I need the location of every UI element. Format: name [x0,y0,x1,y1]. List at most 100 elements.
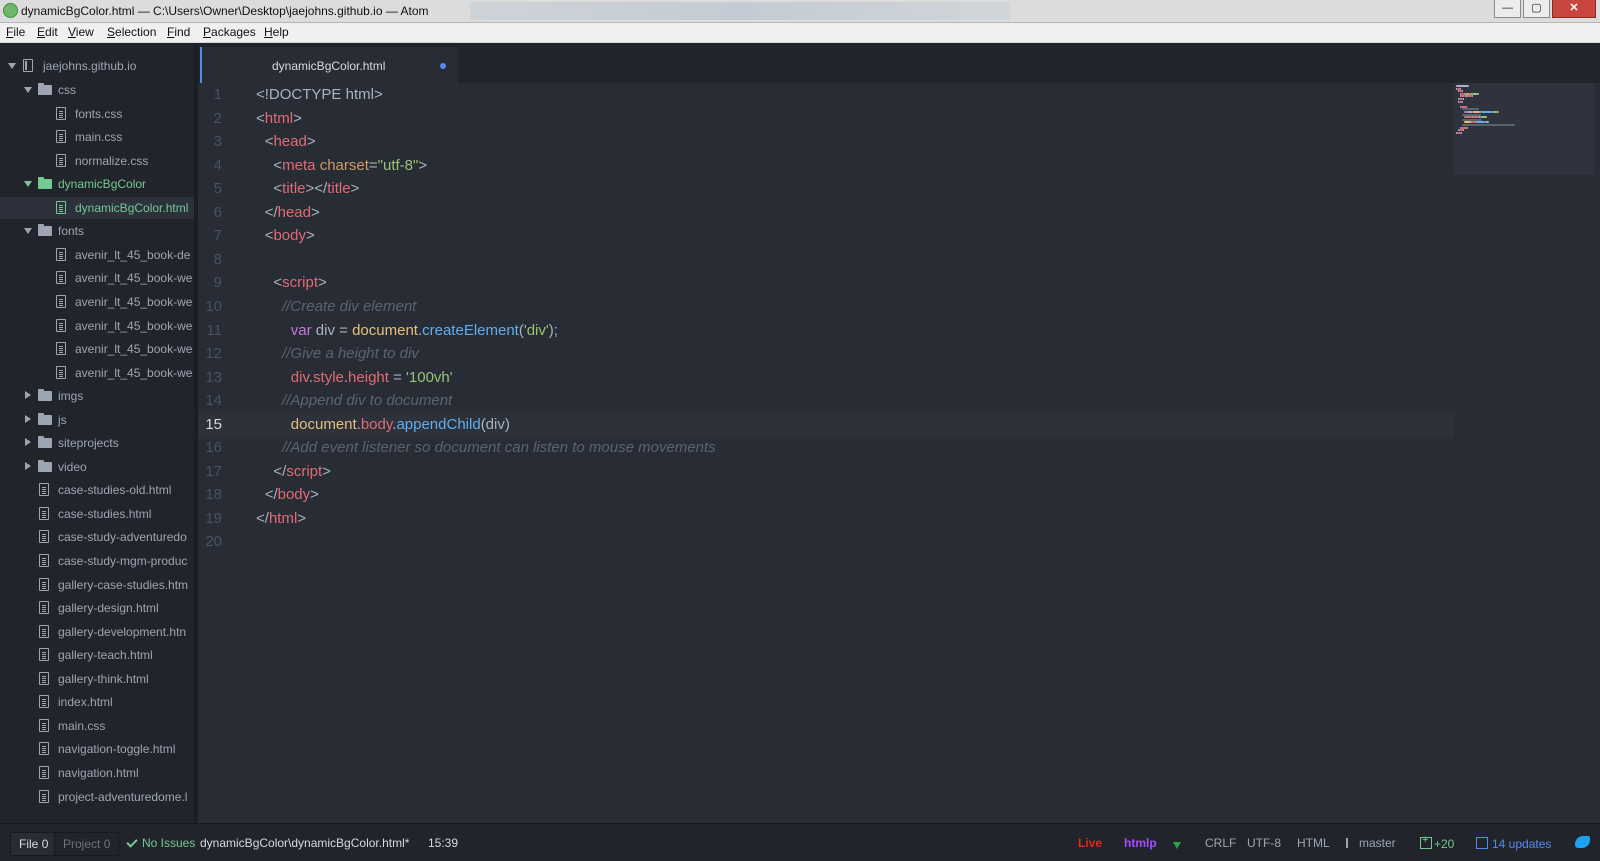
minimap-stroke [1481,116,1487,119]
tree-file[interactable]: gallery-development.htn [0,621,194,643]
tree-file[interactable]: gallery-design.html [0,597,194,619]
menu-find[interactable]: Find [167,25,190,39]
twitter-bird-icon[interactable] [1575,836,1590,848]
git-diff[interactable]: +20 [1420,834,1454,851]
code-line[interactable]: 15 document.body.appendChild(div) [198,412,1454,437]
menu-file[interactable]: File [6,25,25,39]
chevron-right-icon[interactable] [25,414,31,423]
minimap-stroke [1463,129,1464,132]
code-line[interactable]: 18 </body> [198,483,1454,507]
code-line[interactable]: 8 [198,248,1454,272]
tree-folder[interactable]: dynamicBgColor [0,173,194,195]
code-line[interactable]: 9 <script> [198,271,1454,295]
modified-dot-icon[interactable] [440,63,446,69]
tree-file[interactable]: case-studies-old.html [0,479,194,501]
tree-file[interactable]: fonts.css [0,103,194,125]
tree-file[interactable]: gallery-think.html [0,668,194,690]
tree-file[interactable]: avenir_lt_45_book-we [0,338,194,360]
tab-dynamicbgcolor-html[interactable]: dynamicBgColor.html [200,47,458,83]
code-line[interactable]: 1 <!DOCTYPE html> [198,83,1454,107]
menu-help[interactable]: Help [264,25,289,39]
tree-file[interactable]: case-studies.html [0,503,194,525]
chevron-down-icon[interactable] [24,181,32,188]
tree-view: jaejohns.github.io css fonts.css main.css n… [0,43,194,823]
code-line[interactable]: 10 //Create div element [198,295,1454,319]
code-line[interactable]: 16 //Add event listener so document can l… [198,436,1454,460]
code-line[interactable]: 20 [198,530,1454,554]
code-line[interactable]: 5 <title></title> [198,177,1454,201]
tree-root[interactable]: jaejohns.github.io [0,55,194,77]
code-line[interactable]: 12 //Give a height to div [198,342,1454,366]
tree-file[interactable]: avenir_lt_45_book-we [0,362,194,384]
tree-file[interactable]: navigation-toggle.html [0,738,194,760]
code-line[interactable]: 13 div.style.height = '100vh' [198,366,1454,390]
minimize-button[interactable]: — [1494,0,1521,18]
minimap[interactable] [1454,83,1594,175]
tree-file[interactable]: gallery-case-studies.htm [0,574,194,596]
code-text: <head> [264,133,316,151]
git-branch[interactable]: master [1346,836,1396,850]
maximize-button[interactable]: ▢ [1523,0,1550,18]
tree-file[interactable]: case-study-adventuredo [0,526,194,548]
file-path[interactable]: dynamicBgColor\dynamicBgColor.html* [200,836,409,850]
line-number: 4 [213,156,222,174]
tree-folder[interactable]: imgs [0,385,194,407]
code-line[interactable]: 3 <head> [198,130,1454,154]
code-line[interactable]: 11 var div = document.createElement('div'… [198,319,1454,343]
code-line[interactable]: 19 </html> [198,507,1454,531]
line-number: 16 [205,439,222,457]
package-updates[interactable]: 14 updates [1476,836,1551,851]
tree-file[interactable]: main.css [0,715,194,737]
project-tab-count: 0 [103,837,111,851]
tree-file[interactable]: avenir_lt_45_book-we [0,291,194,313]
file-icon [56,153,66,167]
tree-file[interactable]: navigation.html [0,762,194,784]
code-line[interactable]: 17 </script> [198,460,1454,484]
triangle-down-icon[interactable] [1173,838,1181,852]
tree-folder[interactable]: fonts [0,220,194,242]
tree-folder[interactable]: siteprojects [0,432,194,454]
close-button[interactable]: ✕ [1552,0,1596,18]
chevron-right-icon[interactable] [25,438,31,447]
menu-edit[interactable]: Edit [37,25,58,39]
file-icon [56,294,66,308]
tree-folder[interactable]: video [0,456,194,478]
code-editor[interactable]: 1 <!DOCTYPE html> 2 <html> 3 <head> 4 <meta cha… [198,83,1600,823]
tree-file[interactable]: avenir_lt_45_book-we [0,267,194,289]
linter-status[interactable]: No Issues [126,836,195,850]
chevron-down-icon[interactable] [24,228,32,235]
tree-file[interactable]: main.css [0,126,194,148]
chevron-right-icon[interactable] [25,461,31,470]
minimap-stroke [1456,85,1469,87]
code-line[interactable]: 6 </head> [198,201,1454,225]
code-text: //Give a height to div [282,345,419,363]
tree-file[interactable]: avenir_lt_45_book-de [0,244,194,266]
tree-file[interactable]: gallery-teach.html [0,644,194,666]
chevron-down-icon[interactable] [24,87,32,93]
tree-file[interactable]: dynamicBgColor.html [0,196,194,219]
grammar-package[interactable]: htmlp [1124,836,1157,850]
tree-folder[interactable]: js [0,409,194,431]
tree-file[interactable]: case-study-mgm-produc [0,550,194,572]
grammar-selector[interactable]: HTML [1297,836,1330,850]
file-icon [39,718,49,732]
project-issues-tab[interactable]: Project 0 [54,832,120,856]
cursor-position[interactable]: 15:39 [428,836,458,850]
menu-view[interactable]: View [68,25,94,39]
encoding[interactable]: UTF-8 [1247,836,1281,850]
code-line[interactable]: 4 <meta charset="utf-8"> [198,154,1454,178]
tree-file[interactable]: index.html [0,691,194,713]
tree-folder[interactable]: css [0,79,194,101]
menu-packages[interactable]: Packages [203,25,256,39]
tree-file[interactable]: normalize.css [0,150,194,172]
code-line[interactable]: 2 <html> [198,107,1454,131]
line-ending[interactable]: CRLF [1205,836,1236,850]
code-line[interactable]: 7 <body> [198,224,1454,248]
code-line[interactable]: 14 //Append div to document [198,389,1454,413]
chevron-right-icon[interactable] [25,391,31,400]
live-server-status[interactable]: Live [1078,836,1102,850]
file-issues-tab[interactable]: File 0 [10,832,58,856]
menu-selection[interactable]: Selection [107,25,156,39]
tree-file[interactable]: project-adventuredome.l [0,786,194,808]
tree-file[interactable]: avenir_lt_45_book-we [0,315,194,337]
